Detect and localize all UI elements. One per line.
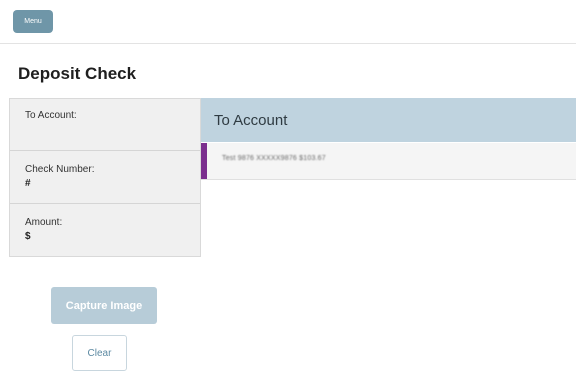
clear-button[interactable]: Clear: [72, 335, 127, 371]
amount-value: $: [25, 231, 31, 242]
check-number-field[interactable]: Check Number: #: [10, 151, 200, 204]
deposit-form: To Account: Check Number: # Amount: $: [9, 98, 201, 257]
account-option-label: Test 9876 XXXXX9876 $103.67: [222, 155, 326, 162]
amount-field[interactable]: Amount: $: [10, 204, 200, 256]
menu-button[interactable]: Menu: [13, 10, 53, 33]
check-number-value: #: [25, 178, 31, 189]
capture-image-button[interactable]: Capture Image: [51, 287, 157, 324]
to-account-field[interactable]: To Account:: [10, 99, 200, 151]
to-account-label: To Account:: [25, 110, 77, 121]
header-divider: [0, 43, 576, 44]
account-option[interactable]: Test 9876 XXXXX9876 $103.67: [201, 143, 576, 180]
amount-label: Amount:: [25, 217, 63, 228]
account-picker-header: To Account: [201, 98, 576, 142]
check-number-label: Check Number:: [25, 164, 95, 175]
page-title: Deposit Check: [18, 64, 137, 83]
selection-accent-bar: [201, 143, 207, 179]
